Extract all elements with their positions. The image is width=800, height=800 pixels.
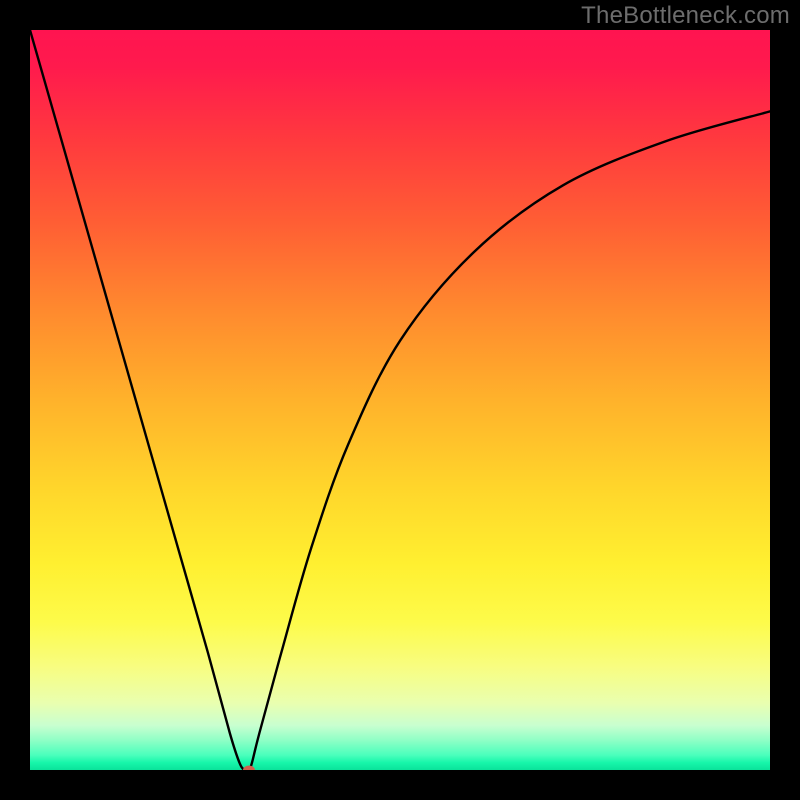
curve-layer: [30, 30, 770, 770]
bottleneck-curve: [30, 30, 770, 770]
chart-frame: TheBottleneck.com: [0, 0, 800, 800]
watermark-text: TheBottleneck.com: [581, 2, 790, 30]
optimum-marker: [243, 766, 255, 771]
plot-area: [30, 30, 770, 770]
